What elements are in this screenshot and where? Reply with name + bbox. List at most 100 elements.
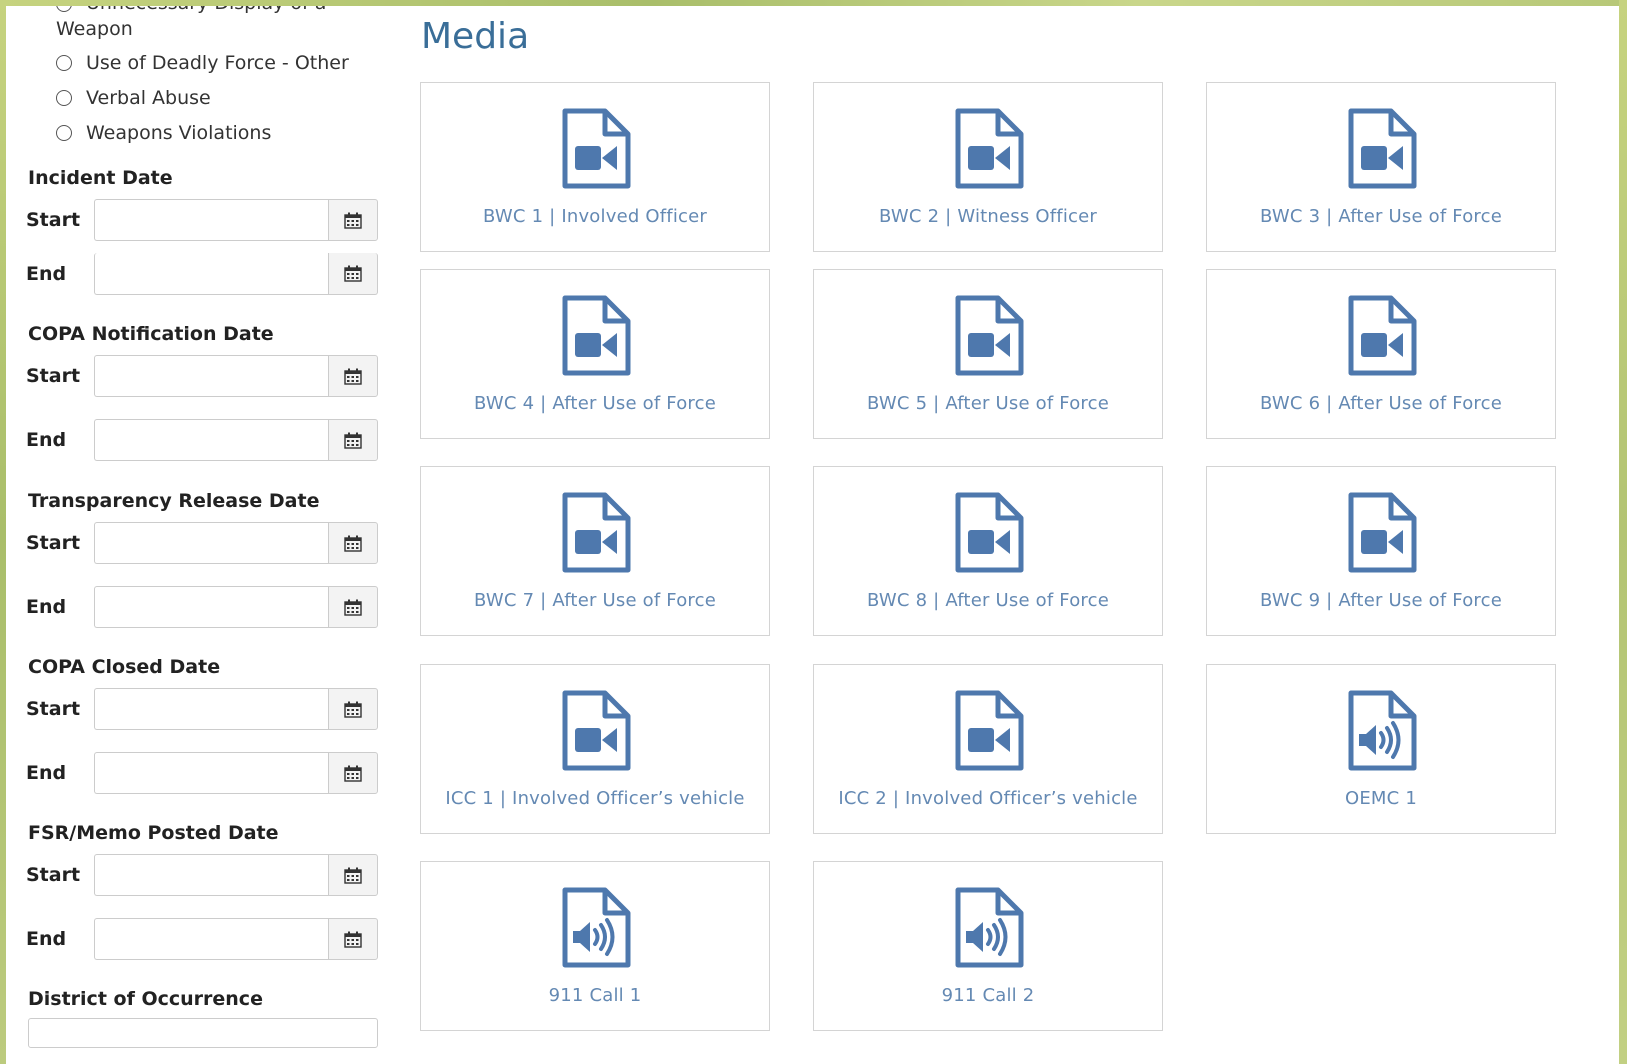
calendar-icon: [344, 212, 362, 229]
media-tile[interactable]: BWC 1 | Involved Officer: [420, 82, 770, 252]
video-file-icon: [559, 108, 631, 190]
window-frame-right: [1619, 0, 1627, 1064]
copa-closed-end-input[interactable]: [94, 752, 328, 794]
media-tile[interactable]: OEMC 1: [1206, 664, 1556, 834]
fsr-memo-start-row: Start: [26, 853, 398, 897]
media-tile[interactable]: BWC 6 | After Use of Force: [1206, 269, 1556, 439]
end-label: End: [26, 429, 67, 451]
calendar-button[interactable]: [328, 522, 378, 564]
media-tile-label[interactable]: BWC 3 | After Use of Force: [1260, 206, 1502, 227]
media-tile[interactable]: 911 Call 1: [420, 861, 770, 1031]
media-tile[interactable]: BWC 8 | After Use of Force: [813, 466, 1163, 636]
district-select[interactable]: [28, 1018, 378, 1048]
calendar-button[interactable]: [328, 199, 378, 241]
transparency-release-end-input[interactable]: [94, 586, 328, 628]
copa-notification-date-heading: COPA Notification Date: [28, 323, 274, 345]
incident-date-end-row: End: [26, 252, 398, 296]
media-tile[interactable]: BWC 5 | After Use of Force: [813, 269, 1163, 439]
transparency-release-start-input[interactable]: [94, 522, 328, 564]
video-file-icon: [559, 690, 631, 772]
radio-button[interactable]: [56, 90, 72, 106]
fsr-memo-end-input[interactable]: [94, 918, 328, 960]
calendar-button[interactable]: [328, 688, 378, 730]
radio-label: Verbal Abuse: [86, 87, 211, 109]
end-label: End: [26, 263, 67, 285]
media-tile[interactable]: BWC 2 | Witness Officer: [813, 82, 1163, 252]
calendar-icon: [344, 765, 362, 782]
incident-date-start-input[interactable]: [94, 199, 328, 241]
media-tile[interactable]: BWC 7 | After Use of Force: [420, 466, 770, 636]
media-tile-label[interactable]: BWC 5 | After Use of Force: [867, 393, 1109, 414]
calendar-icon: [344, 265, 362, 282]
copa-notification-end-row: End: [26, 418, 398, 462]
calendar-button[interactable]: [328, 854, 378, 896]
start-label: Start: [26, 864, 81, 886]
calendar-button[interactable]: [328, 752, 378, 794]
radio-option-verbal-abuse[interactable]: Verbal Abuse: [56, 87, 211, 109]
audio-file-icon: [559, 887, 631, 969]
media-tile-label[interactable]: BWC 9 | After Use of Force: [1260, 590, 1502, 611]
media-tile-label[interactable]: BWC 8 | After Use of Force: [867, 590, 1109, 611]
audio-file-icon: [1345, 690, 1417, 772]
media-heading: Media: [421, 16, 530, 57]
calendar-icon: [344, 701, 362, 718]
copa-notification-end-input[interactable]: [94, 419, 328, 461]
media-tile[interactable]: BWC 3 | After Use of Force: [1206, 82, 1556, 252]
radio-label: Unnecessary Display of a: [86, 6, 326, 14]
fsr-memo-start-input[interactable]: [94, 854, 328, 896]
radio-label-cutoff: Unnecessary Display of a: [56, 6, 326, 14]
radio-button[interactable]: [56, 55, 72, 71]
calendar-icon: [344, 432, 362, 449]
copa-notification-start-input[interactable]: [94, 355, 328, 397]
media-tile-label[interactable]: 911 Call 2: [942, 985, 1035, 1006]
media-tile[interactable]: BWC 9 | After Use of Force: [1206, 466, 1556, 636]
media-tile-label[interactable]: BWC 7 | After Use of Force: [474, 590, 716, 611]
fsr-memo-end-row: End: [26, 917, 398, 961]
calendar-icon: [344, 535, 362, 552]
incident-date-end-input[interactable]: [94, 253, 328, 295]
media-tile[interactable]: ICC 2 | Involved Officer’s vehicle: [813, 664, 1163, 834]
media-tile[interactable]: 911 Call 2: [813, 861, 1163, 1031]
radio-option-deadly-force-other[interactable]: Use of Deadly Force - Other: [56, 52, 349, 74]
video-file-icon: [952, 690, 1024, 772]
media-tile-label[interactable]: ICC 1 | Involved Officer’s vehicle: [445, 788, 744, 809]
copa-closed-start-input[interactable]: [94, 688, 328, 730]
start-label: Start: [26, 209, 81, 231]
radio-button[interactable]: [56, 125, 72, 141]
calendar-button[interactable]: [328, 355, 378, 397]
page: Unnecessary Display of a Weapon Use of D…: [6, 6, 1619, 1064]
media-tile-label[interactable]: BWC 1 | Involved Officer: [483, 206, 707, 227]
video-file-icon: [1345, 492, 1417, 574]
copa-notification-start-row: Start: [26, 354, 398, 398]
video-file-icon: [559, 492, 631, 574]
copa-closed-end-row: End: [26, 751, 398, 795]
incident-date-start-row: Start: [26, 198, 398, 242]
start-label: Start: [26, 532, 81, 554]
radio-label: Weapons Violations: [86, 122, 272, 144]
fsr-memo-posted-date-heading: FSR/Memo Posted Date: [28, 822, 279, 844]
calendar-button[interactable]: [328, 419, 378, 461]
media-tile-label[interactable]: ICC 2 | Involved Officer’s vehicle: [838, 788, 1137, 809]
radio-label-continued: Weapon: [56, 18, 133, 40]
audio-file-icon: [952, 887, 1024, 969]
radio-label: Use of Deadly Force - Other: [86, 52, 349, 74]
media-tile-label[interactable]: BWC 2 | Witness Officer: [879, 206, 1097, 227]
media-tile-label[interactable]: BWC 4 | After Use of Force: [474, 393, 716, 414]
radio-option-weapons-violations[interactable]: Weapons Violations: [56, 122, 271, 144]
media-tile-label[interactable]: BWC 6 | After Use of Force: [1260, 393, 1502, 414]
media-tile-label[interactable]: 911 Call 1: [549, 985, 642, 1006]
media-tile[interactable]: ICC 1 | Involved Officer’s vehicle: [420, 664, 770, 834]
copa-closed-start-row: Start: [26, 687, 398, 731]
calendar-button[interactable]: [328, 253, 378, 295]
calendar-button[interactable]: [328, 586, 378, 628]
media-tile-label[interactable]: OEMC 1: [1345, 788, 1417, 809]
video-file-icon: [559, 295, 631, 377]
end-label: End: [26, 596, 67, 618]
video-file-icon: [1345, 295, 1417, 377]
calendar-button[interactable]: [328, 918, 378, 960]
radio-button[interactable]: [56, 6, 72, 12]
transparency-release-end-row: End: [26, 585, 398, 629]
media-tile[interactable]: BWC 4 | After Use of Force: [420, 269, 770, 439]
video-file-icon: [1345, 108, 1417, 190]
calendar-icon: [344, 867, 362, 884]
